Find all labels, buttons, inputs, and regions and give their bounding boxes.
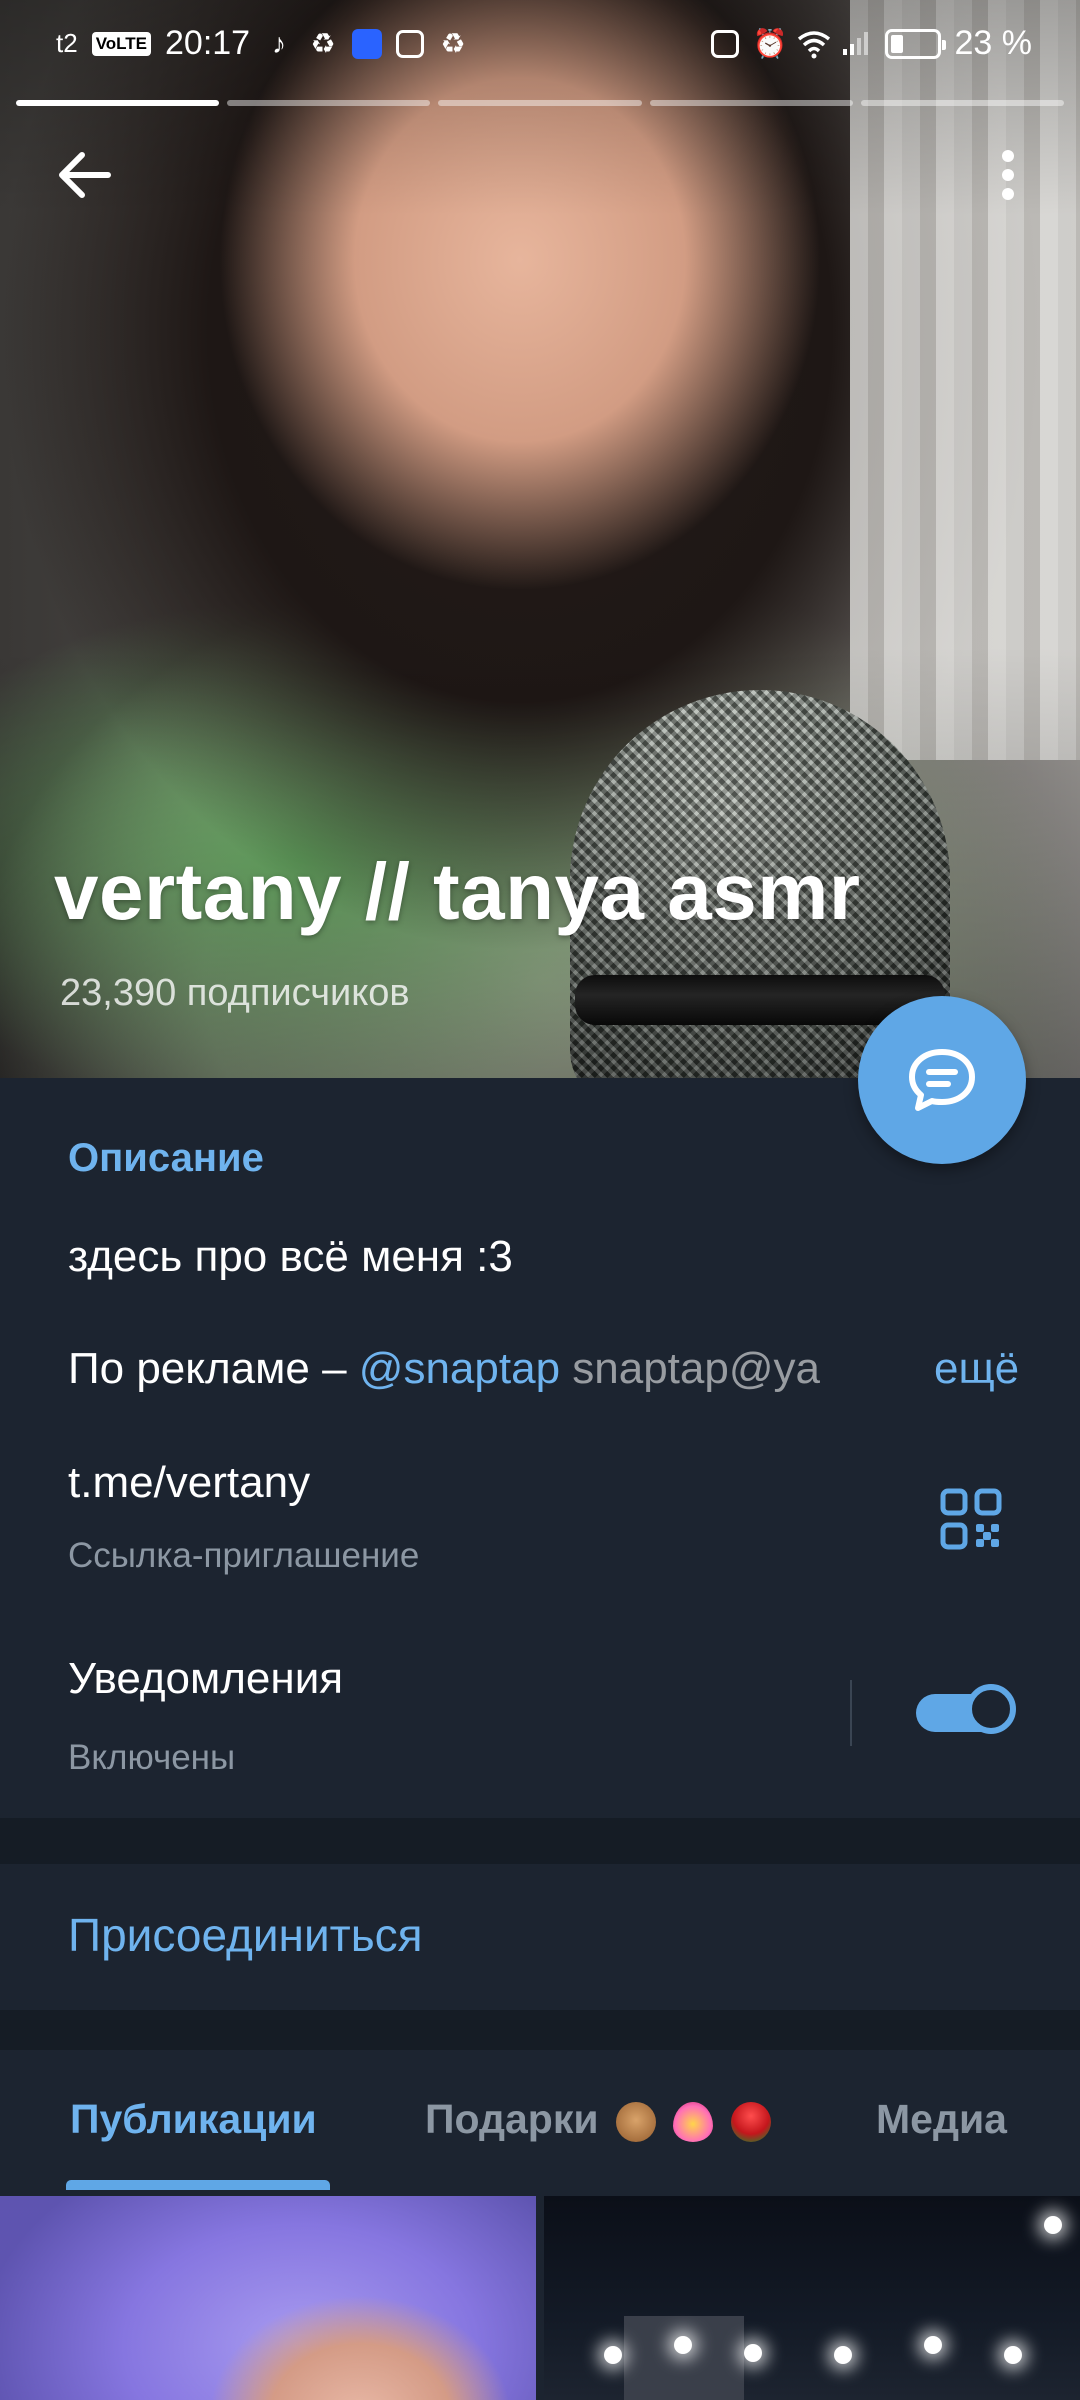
street-light <box>604 2346 622 2364</box>
show-more-link[interactable]: ещё <box>914 1344 1020 1394</box>
signal-icon <box>841 29 871 59</box>
chat-bubble-icon <box>909 1049 975 1111</box>
active-tab-indicator <box>66 2180 330 2190</box>
street-light <box>1004 2346 1022 2364</box>
heart-icon <box>673 2102 714 2143</box>
story-segment <box>860 100 1065 106</box>
qr-code-button[interactable] <box>940 1488 1002 1550</box>
qr-code-icon <box>940 1488 1002 1550</box>
status-bar: t2 VoLTE 20:17 ♪ ♻ ♻ ⏰ 23 % <box>0 0 1080 90</box>
notifications-status: Включены <box>68 1738 236 1777</box>
invite-link-caption: Ссылка-приглашение <box>68 1536 420 1575</box>
sync-icon: ♻ <box>310 27 336 59</box>
app-notification-icon <box>352 28 383 59</box>
instagram-icon <box>396 29 425 58</box>
tab-gifts-label: Подарки <box>425 2096 599 2142</box>
more-vertical-icon <box>1002 150 1014 200</box>
discussion-button[interactable] <box>858 996 1026 1164</box>
story-segment <box>649 100 853 106</box>
notifications-toggle[interactable] <box>914 1682 1018 1744</box>
carrier-label: t2 <box>56 28 78 58</box>
street-light <box>1044 2216 1062 2234</box>
wifi-icon <box>797 29 830 59</box>
toggle-knob <box>966 1684 1016 1734</box>
tiktok-icon: ♪ <box>272 27 287 59</box>
tab-media[interactable]: Медиа <box>876 2096 1007 2143</box>
more-menu-button[interactable] <box>986 140 1030 210</box>
snaptap-link[interactable]: @snaptap <box>359 1344 560 1393</box>
post-thumbnail[interactable] <box>0 2196 536 2400</box>
battery-icon <box>884 28 946 59</box>
description-label: Описание <box>68 1136 264 1180</box>
tab-publications[interactable]: Публикации <box>70 2096 317 2143</box>
section-gap <box>0 1818 1080 1864</box>
volte-badge: VoLTE <box>91 31 151 56</box>
subscriber-count: 23,390 подписчиков <box>60 972 410 1014</box>
battery-percent: 23 % <box>954 24 1033 62</box>
ad-prefix: По рекламе – <box>68 1344 359 1393</box>
description-text: здесь про всё меня :3 <box>68 1232 513 1281</box>
back-button[interactable] <box>50 140 120 210</box>
street-light <box>834 2346 852 2364</box>
street-light <box>924 2336 942 2354</box>
join-button[interactable]: Присоединиться <box>68 1908 423 1962</box>
story-segment <box>438 100 642 106</box>
story-segment <box>16 100 220 106</box>
alarm-icon: ⏰ <box>752 27 788 59</box>
teddy-bear-icon <box>615 2102 656 2143</box>
story-progress <box>16 100 1065 106</box>
tab-gifts[interactable]: Подарки <box>425 2096 771 2143</box>
invite-link[interactable]: t.me/vertany <box>68 1458 310 1508</box>
ad-email: snaptap@ya <box>560 1344 820 1393</box>
rose-icon <box>730 2102 771 2143</box>
back-arrow-icon <box>59 152 111 198</box>
divider <box>850 1680 852 1746</box>
building-shape <box>624 2316 744 2400</box>
notifications-label[interactable]: Уведомления <box>68 1654 343 1704</box>
nfc-icon <box>710 29 739 58</box>
section-gap <box>0 2010 1080 2050</box>
clock: 20:17 <box>165 24 251 62</box>
sync-icon-2: ♻ <box>440 27 466 59</box>
description-text-2: По рекламе – @snaptap snaptap@ya <box>68 1344 1018 1394</box>
post-thumbnail[interactable] <box>544 2196 1080 2400</box>
status-left: t2 VoLTE 20:17 ♪ ♻ ♻ <box>56 24 468 63</box>
street-light <box>744 2344 762 2362</box>
status-right: ⏰ 23 % <box>710 24 1033 63</box>
channel-title: vertany // tanya asmr <box>54 847 861 936</box>
story-segment <box>227 100 431 106</box>
street-light <box>674 2336 692 2354</box>
